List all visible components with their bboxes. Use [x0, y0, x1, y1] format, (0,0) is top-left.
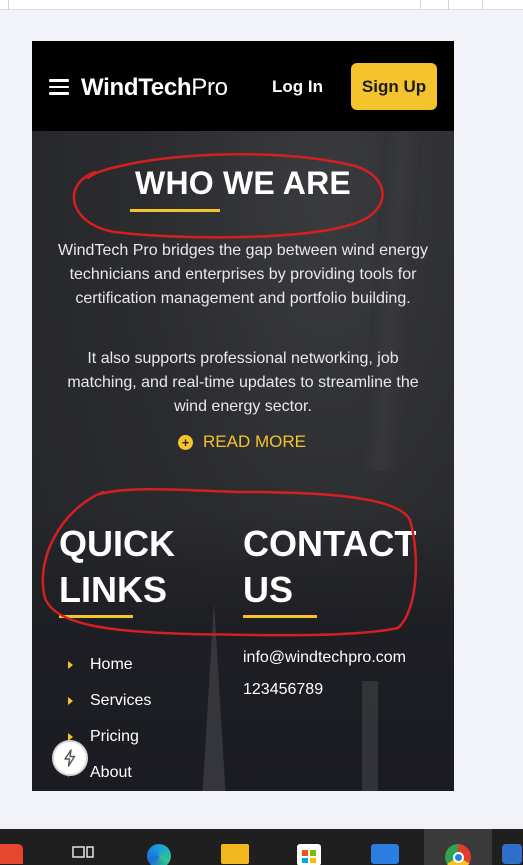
microsoft-store-icon[interactable]: [286, 829, 332, 865]
brand-name-light: Pro: [191, 74, 228, 101]
os-taskbar: [0, 829, 523, 865]
contact-title: CONTACT US: [243, 523, 417, 610]
mail-icon[interactable]: [362, 829, 408, 865]
quick-links-underline: [59, 615, 133, 618]
contact-info: info@windtechpro.com 123456789: [243, 647, 406, 711]
footer-link-home[interactable]: Home: [68, 647, 151, 683]
quick-links-title: QUICK LINKS: [59, 523, 175, 610]
link-label: Home: [90, 656, 133, 673]
link-label: About: [90, 764, 132, 781]
about-paragraph-1: WindTech Pro bridges the gap between win…: [58, 242, 428, 307]
brand-name-bold: WindTech: [81, 74, 192, 101]
taskbar-app-red[interactable]: [0, 829, 32, 865]
bolt-icon[interactable]: [52, 740, 88, 776]
read-more-label: READ MORE: [203, 432, 306, 451]
plus-circle-icon: +: [178, 434, 193, 450]
browser-top-strip: [0, 0, 523, 10]
brand-logo[interactable]: WindTechPro: [81, 74, 228, 102]
chevron-right-icon: [68, 661, 73, 669]
about-title: WHO WE ARE: [135, 165, 351, 201]
strip-divider: [482, 0, 483, 10]
login-button[interactable]: Log In: [272, 77, 323, 97]
edge-browser-icon[interactable]: [136, 829, 182, 865]
background-spire: [202, 601, 226, 791]
read-more-link[interactable]: + READ MORE: [178, 432, 306, 452]
about-paragraph-2: It also supports professional networking…: [67, 350, 419, 415]
menu-icon[interactable]: [49, 79, 69, 95]
taskbar-app-partial[interactable]: [500, 829, 523, 865]
strip-divider: [448, 0, 449, 10]
title-underline: [130, 209, 220, 212]
chevron-right-icon: [68, 697, 73, 705]
footer-link-services[interactable]: Services: [68, 683, 151, 719]
contact-underline: [243, 615, 317, 618]
link-label: Pricing: [90, 728, 139, 745]
link-label: Services: [90, 692, 152, 709]
strip-divider: [420, 0, 421, 10]
contact-phone[interactable]: 123456789: [243, 679, 406, 711]
signup-button[interactable]: Sign Up: [351, 63, 437, 110]
strip-divider: [8, 0, 9, 10]
site-header: WindTechPro Log In Sign Up: [32, 41, 454, 131]
chrome-browser-icon[interactable]: [424, 829, 492, 865]
mobile-viewport: WindTechPro Log In Sign Up WHO WE ARE Wi…: [32, 41, 454, 791]
file-explorer-icon[interactable]: [212, 829, 258, 865]
task-view-icon[interactable]: [60, 829, 106, 865]
contact-email[interactable]: info@windtechpro.com: [243, 647, 406, 679]
